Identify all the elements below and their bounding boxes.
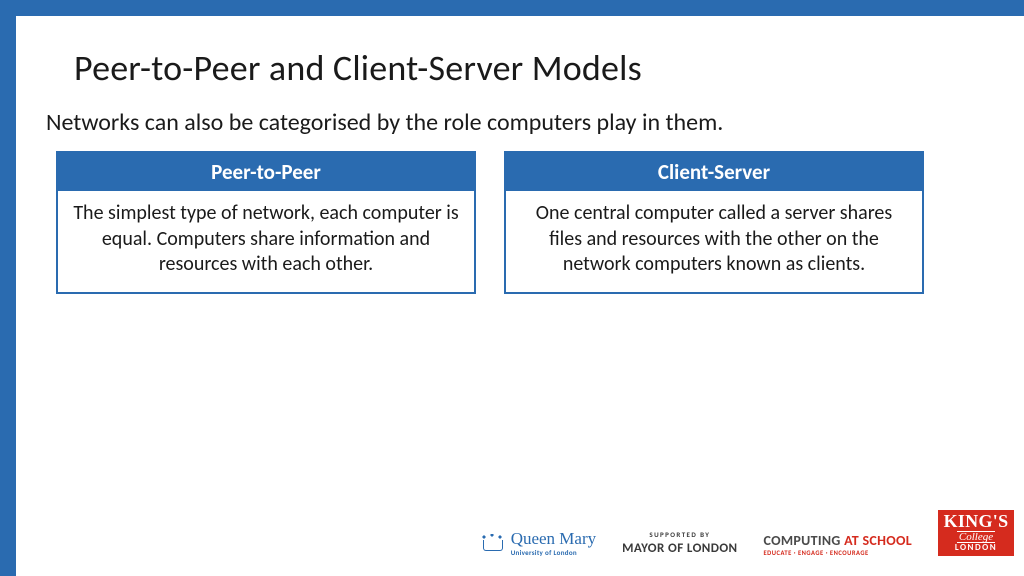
qm-name: Queen Mary <box>511 530 596 547</box>
card-heading: Client-Server <box>506 153 922 191</box>
card-body: One central computer called a server sha… <box>506 191 922 292</box>
qm-sub: University of London <box>511 549 596 556</box>
computing-at-school-logo: COMPUTING AT SCHOOL EDUCATE · ENGAGE · E… <box>764 534 912 557</box>
mol-sup: SUPPORTED BY <box>622 530 737 539</box>
cas-word2: AT SCHOOL <box>844 532 912 549</box>
slide-title: Peer-to-Peer and Client-Server Models <box>74 46 1024 90</box>
cards-row: Peer-to-Peer The simplest type of networ… <box>56 151 1024 294</box>
queen-mary-logo: Queen Mary University of London <box>479 530 596 556</box>
cas-word1: COMPUTING <box>764 532 845 549</box>
crown-icon <box>479 534 505 552</box>
intro-text: Networks can also be categorised by the … <box>46 108 1024 137</box>
card-body: The simplest type of network, each compu… <box>58 191 474 292</box>
kcl-l3: LONDON <box>955 544 997 553</box>
footer-logos: Queen Mary University of London SUPPORTE… <box>479 510 1014 556</box>
mayor-of-london-logo: SUPPORTED BY MAYOR OF LONDON <box>622 530 737 556</box>
kcl-l1: KING'S <box>944 513 1009 530</box>
kings-college-logo: KING'S College LONDON <box>938 510 1014 556</box>
cas-sub: EDUCATE · ENGAGE · ENCOURAGE <box>764 550 912 557</box>
card-peer-to-peer: Peer-to-Peer The simplest type of networ… <box>56 151 476 294</box>
card-client-server: Client-Server One central computer calle… <box>504 151 924 294</box>
mol-main: MAYOR OF LONDON <box>622 541 737 556</box>
card-heading: Peer-to-Peer <box>58 153 474 191</box>
